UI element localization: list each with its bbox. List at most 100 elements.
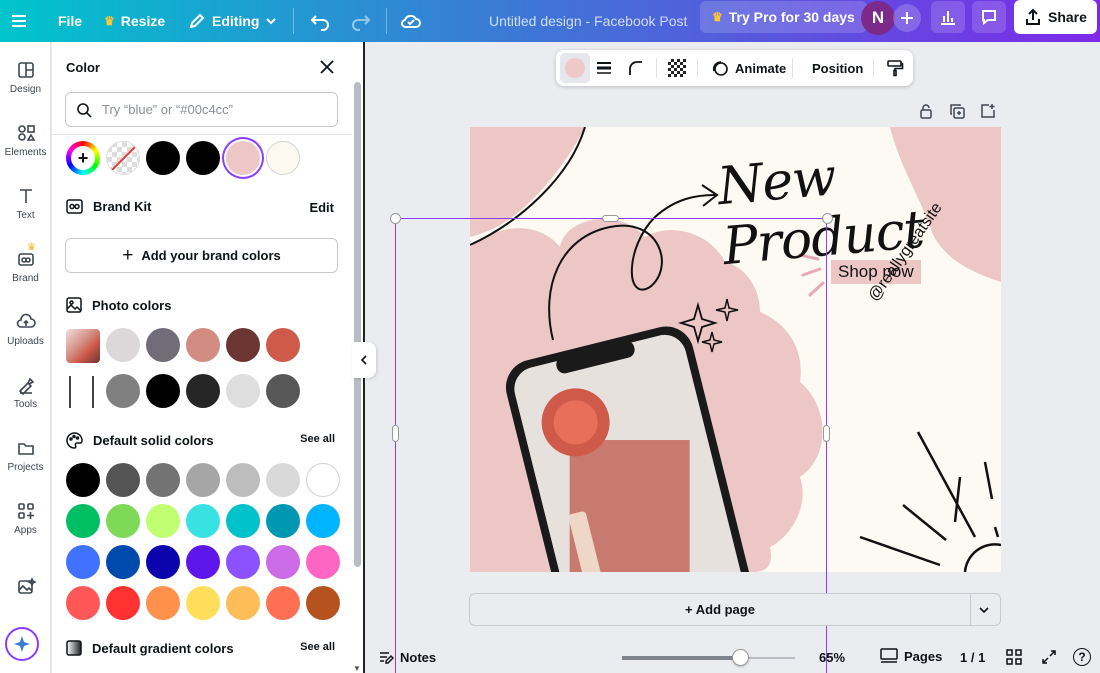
document-title[interactable]: Untitled design - Facebook Post: [489, 0, 687, 42]
close-icon[interactable]: [318, 58, 336, 76]
default-color-swatch[interactable]: [226, 504, 260, 538]
add-color-button[interactable]: +: [66, 141, 100, 175]
menu-icon[interactable]: [10, 0, 28, 42]
photo-color-swatch[interactable]: [146, 374, 180, 408]
add-page-button[interactable]: + Add page: [470, 594, 970, 625]
resize-handle[interactable]: [392, 425, 399, 442]
see-all-solid-link[interactable]: See all: [300, 433, 335, 445]
photo-color-swatch[interactable]: [146, 328, 180, 362]
file-menu[interactable]: File: [58, 0, 82, 42]
transparent-swatch[interactable]: [106, 141, 140, 175]
color-search-input[interactable]: Try “blue” or “#00c4cc”: [65, 92, 338, 127]
animate-button[interactable]: Animate: [711, 50, 786, 86]
document-color-swatch[interactable]: [146, 141, 180, 175]
redo-button[interactable]: [351, 0, 371, 42]
default-color-swatch[interactable]: [226, 586, 260, 620]
photo-color-swatch[interactable]: [266, 328, 300, 362]
notes-button[interactable]: Notes: [378, 649, 436, 665]
grid-view-icon[interactable]: [1006, 649, 1022, 668]
default-color-swatch[interactable]: [66, 463, 100, 497]
default-color-swatch[interactable]: [266, 504, 300, 538]
photo-color-swatch[interactable]: [266, 374, 300, 408]
default-color-swatch[interactable]: [186, 463, 220, 497]
try-pro-button[interactable]: ♛ Try Pro for 30 days: [700, 1, 867, 33]
design-page[interactable]: New Product Shop now @reallygreatsite: [470, 127, 1001, 572]
rail-item-projects[interactable]: Projects: [0, 438, 51, 494]
add-brand-colors-button[interactable]: + Add your brand colors: [65, 238, 338, 273]
headline-script[interactable]: New Product: [715, 133, 1001, 277]
default-color-swatch[interactable]: [306, 463, 340, 497]
fill-color-button[interactable]: [560, 53, 590, 83]
transparency-icon[interactable]: [668, 59, 686, 77]
default-color-swatch[interactable]: [266, 463, 300, 497]
position-button[interactable]: Position: [812, 50, 863, 86]
add-collaborator-button[interactable]: [893, 4, 921, 32]
photo-color-swatch[interactable]: [106, 374, 140, 408]
default-color-swatch[interactable]: [66, 545, 100, 579]
default-color-swatch[interactable]: [306, 504, 340, 538]
lock-icon[interactable]: [918, 103, 934, 124]
default-color-swatch[interactable]: [266, 586, 300, 620]
panel-scrollbar[interactable]: [354, 82, 361, 567]
default-color-swatch[interactable]: [66, 504, 100, 538]
zoom-level[interactable]: 65%: [819, 650, 845, 665]
magic-media-button[interactable]: [0, 577, 51, 605]
document-color-swatch[interactable]: [266, 141, 300, 175]
default-color-swatch[interactable]: [226, 463, 260, 497]
resize-handle[interactable]: [822, 213, 833, 224]
editing-dropdown[interactable]: Editing: [188, 0, 277, 42]
photo-color-swatch[interactable]: [186, 374, 220, 408]
zoom-slider-handle[interactable]: [732, 649, 750, 666]
copy-style-button[interactable]: [886, 59, 904, 80]
rail-item-elements[interactable]: Elements: [0, 123, 51, 179]
document-color-swatch[interactable]: [186, 141, 220, 175]
default-color-swatch[interactable]: [306, 586, 340, 620]
see-all-gradient-link[interactable]: See all: [300, 641, 335, 653]
duplicate-page-icon[interactable]: [949, 103, 965, 124]
share-button[interactable]: Share: [1014, 0, 1097, 34]
rail-item-tools[interactable]: Tools: [0, 375, 51, 431]
scroll-down-icon[interactable]: ▼: [353, 664, 361, 673]
resize-handle[interactable]: [602, 215, 619, 222]
default-color-swatch[interactable]: [106, 463, 140, 497]
default-color-swatch[interactable]: [106, 586, 140, 620]
document-color-swatch[interactable]: [226, 141, 260, 175]
default-color-swatch[interactable]: [146, 504, 180, 538]
page-counter[interactable]: 1 / 1: [960, 650, 985, 665]
default-color-swatch[interactable]: [146, 586, 180, 620]
default-color-swatch[interactable]: [306, 545, 340, 579]
default-color-swatch[interactable]: [146, 463, 180, 497]
pages-button[interactable]: Pages: [880, 648, 942, 664]
resize-button[interactable]: ♛ Resize: [104, 0, 165, 42]
rail-item-uploads[interactable]: Uploads: [0, 312, 51, 368]
chevron-down-icon[interactable]: [978, 603, 990, 621]
add-page-icon[interactable]: [980, 103, 996, 124]
corner-rounding-button[interactable]: [627, 59, 645, 80]
resize-handle[interactable]: [390, 213, 401, 224]
rail-item-text[interactable]: Text: [0, 186, 51, 242]
default-color-swatch[interactable]: [226, 545, 260, 579]
resize-handle[interactable]: [823, 425, 830, 442]
help-icon[interactable]: ?: [1073, 648, 1091, 666]
fullscreen-icon[interactable]: [1041, 649, 1057, 668]
rail-item-apps[interactable]: Apps: [0, 501, 51, 557]
photo-thumbnail[interactable]: [66, 329, 100, 363]
magic-assistant-button[interactable]: [5, 627, 39, 661]
default-color-swatch[interactable]: [106, 504, 140, 538]
photo-color-swatch[interactable]: [226, 374, 260, 408]
insights-button[interactable]: [931, 1, 965, 33]
photo-color-swatch[interactable]: [226, 328, 260, 362]
default-color-swatch[interactable]: [186, 586, 220, 620]
collapse-panel-button[interactable]: [352, 342, 376, 378]
brand-kit-edit-link[interactable]: Edit: [309, 200, 334, 215]
default-color-swatch[interactable]: [186, 545, 220, 579]
avatar[interactable]: N: [861, 1, 895, 35]
line-swatch[interactable]: [69, 376, 71, 408]
default-color-swatch[interactable]: [66, 586, 100, 620]
line-swatch[interactable]: [92, 376, 94, 408]
photo-color-swatch[interactable]: [106, 328, 140, 362]
cloud-saved-button[interactable]: [400, 0, 422, 42]
rail-item-brand[interactable]: Brand: [0, 249, 51, 305]
default-color-swatch[interactable]: [106, 545, 140, 579]
default-color-swatch[interactable]: [186, 504, 220, 538]
